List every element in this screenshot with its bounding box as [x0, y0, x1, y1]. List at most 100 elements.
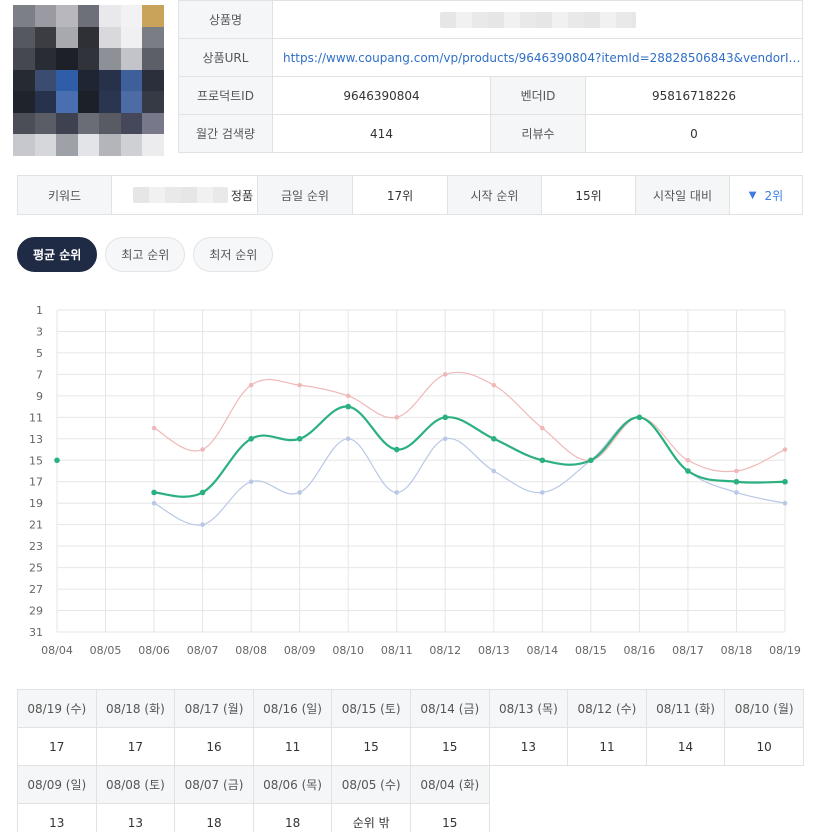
keyword-summary-bar: 키워드 정품 금일 순위 17위 시작 순위 15위 시작일 대비 ▼ 2위 [17, 175, 803, 215]
vendor-id-label: 벤더ID [490, 76, 586, 115]
rank-value-cell: 18 [174, 803, 254, 832]
y-tick-label: 31 [29, 626, 43, 639]
rank-date-cell: 08/04 (화) [409, 765, 490, 804]
data-point-best [782, 447, 788, 452]
thumbnail-pixel [56, 112, 78, 135]
thumbnail-pixel [13, 48, 35, 70]
thumbnail-pixel [77, 48, 100, 70]
rank-value-cell: 11 [567, 727, 647, 766]
data-point-average [151, 489, 157, 496]
x-tick-label: 08/09 [284, 644, 316, 657]
data-point-worst [151, 500, 157, 506]
thumbnail-pixel [56, 91, 78, 113]
y-tick-label: 1 [36, 304, 43, 317]
thumbnail-pixel [120, 112, 143, 135]
keyword-value: 정품 [112, 176, 258, 214]
rank-value-cell: 13 [95, 803, 176, 832]
rank-date-cell: 08/17 (월) [174, 689, 254, 728]
y-tick-label: 17 [29, 476, 43, 489]
rank-value-cell: 15 [331, 727, 411, 766]
tab-worst-rank[interactable]: 최저 순위 [193, 237, 274, 272]
rank-value-cell: 15 [409, 727, 490, 766]
rank-date-cell: 08/14 (금) [409, 689, 490, 728]
today-rank-label: 금일 순위 [258, 176, 353, 214]
rank-date-cell: 08/05 (수) [331, 765, 411, 804]
data-point-worst [345, 436, 351, 442]
vs-start-value-cell: ▼ 2위 [730, 176, 802, 214]
product-thumbnail [13, 5, 164, 156]
thumbnail-pixel [99, 48, 121, 70]
y-tick-label: 13 [29, 433, 43, 446]
data-point-average [539, 457, 546, 464]
data-point-average [199, 489, 206, 496]
product-url-label: 상품URL [178, 38, 273, 77]
thumbnail-pixel [34, 112, 57, 135]
data-point-worst [491, 468, 497, 474]
thumbnail-pixel [13, 91, 35, 113]
thumbnail-pixel [99, 91, 121, 113]
rank-type-tabs: 평균 순위 최고 순위 최저 순위 [17, 237, 274, 272]
thumbnail-pixel [77, 26, 100, 49]
thumbnail-pixel [77, 69, 100, 92]
empty-cell [725, 804, 804, 832]
x-tick-label: 08/08 [235, 644, 267, 657]
data-point-average [442, 414, 449, 421]
thumbnail-pixel [77, 5, 100, 27]
thumbnail-pixel [13, 5, 35, 27]
rank-date-cell: 08/15 (토) [331, 689, 411, 728]
rank-date-row: 08/19 (수) 08/18 (화) 08/17 (월) 08/16 (일) 08/1… [17, 689, 804, 728]
thumbnail-pixel [142, 69, 164, 92]
data-point-average [733, 478, 740, 485]
empty-cell [568, 766, 647, 804]
data-point-best [151, 425, 157, 431]
data-point-worst [297, 490, 302, 495]
y-tick-label: 27 [29, 583, 43, 596]
thumbnail-pixel [142, 112, 164, 135]
rank-value-cell: 15 [409, 803, 490, 832]
data-point-best [442, 372, 448, 377]
thumbnail-pixel [56, 69, 78, 92]
thumbnail-pixel [99, 5, 121, 27]
rank-date-row: 08/09 (일) 08/08 (토) 08/07 (금) 08/06 (목) 08/0… [17, 765, 804, 804]
rank-value-cell: 순위 밖 [331, 803, 411, 832]
product-id-value: 9646390804 [272, 76, 491, 115]
tab-average-rank[interactable]: 평균 순위 [17, 237, 98, 272]
rank-value-cell: 17 [95, 727, 176, 766]
tab-best-rank[interactable]: 최고 순위 [105, 237, 186, 272]
product-info-table: 상품명 상품URL https://www.coupang.com/vp/pro… [178, 0, 803, 153]
empty-cell [646, 766, 725, 804]
thumbnail-pixel [13, 112, 35, 135]
data-point-worst [200, 522, 205, 527]
data-point-best [491, 382, 497, 388]
thumbnail-pixel [120, 134, 143, 156]
rank-value-cell: 17 [17, 727, 97, 766]
rank-date-cell: 08/11 (화) [645, 689, 726, 728]
rank-date-cell: 08/06 (목) [252, 765, 333, 804]
monthly-search-value: 414 [272, 114, 491, 153]
rank-date-cell: 08/16 (일) [252, 689, 333, 728]
thumbnail-pixel [142, 91, 164, 113]
thumbnail-pixel [142, 5, 164, 27]
product-url-link[interactable]: https://www.coupang.com/vp/products/9646… [272, 38, 803, 77]
rank-line-chart: 13579111315171921232527293108/04 08/05 08/… [29, 304, 801, 657]
rank-value-cell: 18 [252, 803, 333, 832]
data-point-worst [394, 490, 400, 495]
data-point-average [54, 457, 60, 464]
vs-start-value: 2위 [764, 188, 784, 203]
empty-cell [646, 804, 725, 832]
vs-start-label: 시작일 대비 [636, 176, 730, 214]
data-point-worst [442, 436, 448, 442]
x-tick-label: 08/04 [41, 644, 73, 657]
x-tick-label: 08/18 [721, 644, 753, 657]
thumbnail-pixel [120, 91, 143, 113]
thumbnail-pixel [120, 48, 143, 70]
thumbnail-pixel [99, 112, 121, 135]
thumbnail-pixel [77, 112, 100, 135]
x-tick-label: 08/15 [575, 644, 607, 657]
data-point-best [685, 457, 691, 463]
rank-value-cell: 14 [645, 727, 726, 766]
rank-value-row: 17 17 16 11 15 15 13 11 14 10 [17, 727, 804, 766]
x-tick-label: 08/14 [526, 644, 558, 657]
start-rank-label: 시작 순위 [448, 176, 542, 214]
today-rank-value: 17위 [353, 176, 448, 214]
